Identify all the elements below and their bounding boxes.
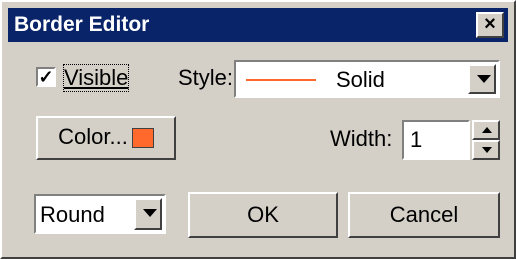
cancel-label: Cancel <box>389 202 459 227</box>
check-icon: ✓ <box>38 67 54 87</box>
visible-label[interactable]: Visible <box>62 64 130 92</box>
color-button[interactable]: Color... <box>36 116 176 160</box>
chevron-down-icon[interactable] <box>134 198 162 230</box>
close-icon: × <box>484 13 496 35</box>
style-value: Solid <box>336 67 385 92</box>
join-value: Round <box>40 202 105 227</box>
width-value: 1 <box>410 127 423 152</box>
color-swatch <box>131 128 154 149</box>
title-bar[interactable]: Border Editor × <box>8 8 508 42</box>
border-editor-dialog: Border Editor × ✓ Visible Style: Solid C… <box>0 0 516 259</box>
width-label: Width: <box>330 126 393 151</box>
style-select[interactable]: Solid <box>234 60 500 98</box>
visible-checkbox[interactable]: ✓ <box>36 67 56 87</box>
arrow-down-icon[interactable] <box>472 140 500 160</box>
ok-label: OK <box>247 202 279 227</box>
join-select[interactable]: Round <box>34 194 166 234</box>
ok-button[interactable]: OK <box>188 192 338 238</box>
arrow-up-icon[interactable] <box>472 120 500 140</box>
color-button-label: Color... <box>58 124 128 149</box>
width-spinner[interactable] <box>472 120 500 160</box>
style-line-preview <box>246 79 316 81</box>
chevron-down-icon[interactable] <box>468 64 496 94</box>
style-label: Style: <box>178 65 234 90</box>
cancel-button[interactable]: Cancel <box>348 192 500 238</box>
window-title: Border Editor <box>14 13 150 36</box>
close-button[interactable]: × <box>476 12 504 38</box>
width-input[interactable]: 1 <box>402 120 470 160</box>
